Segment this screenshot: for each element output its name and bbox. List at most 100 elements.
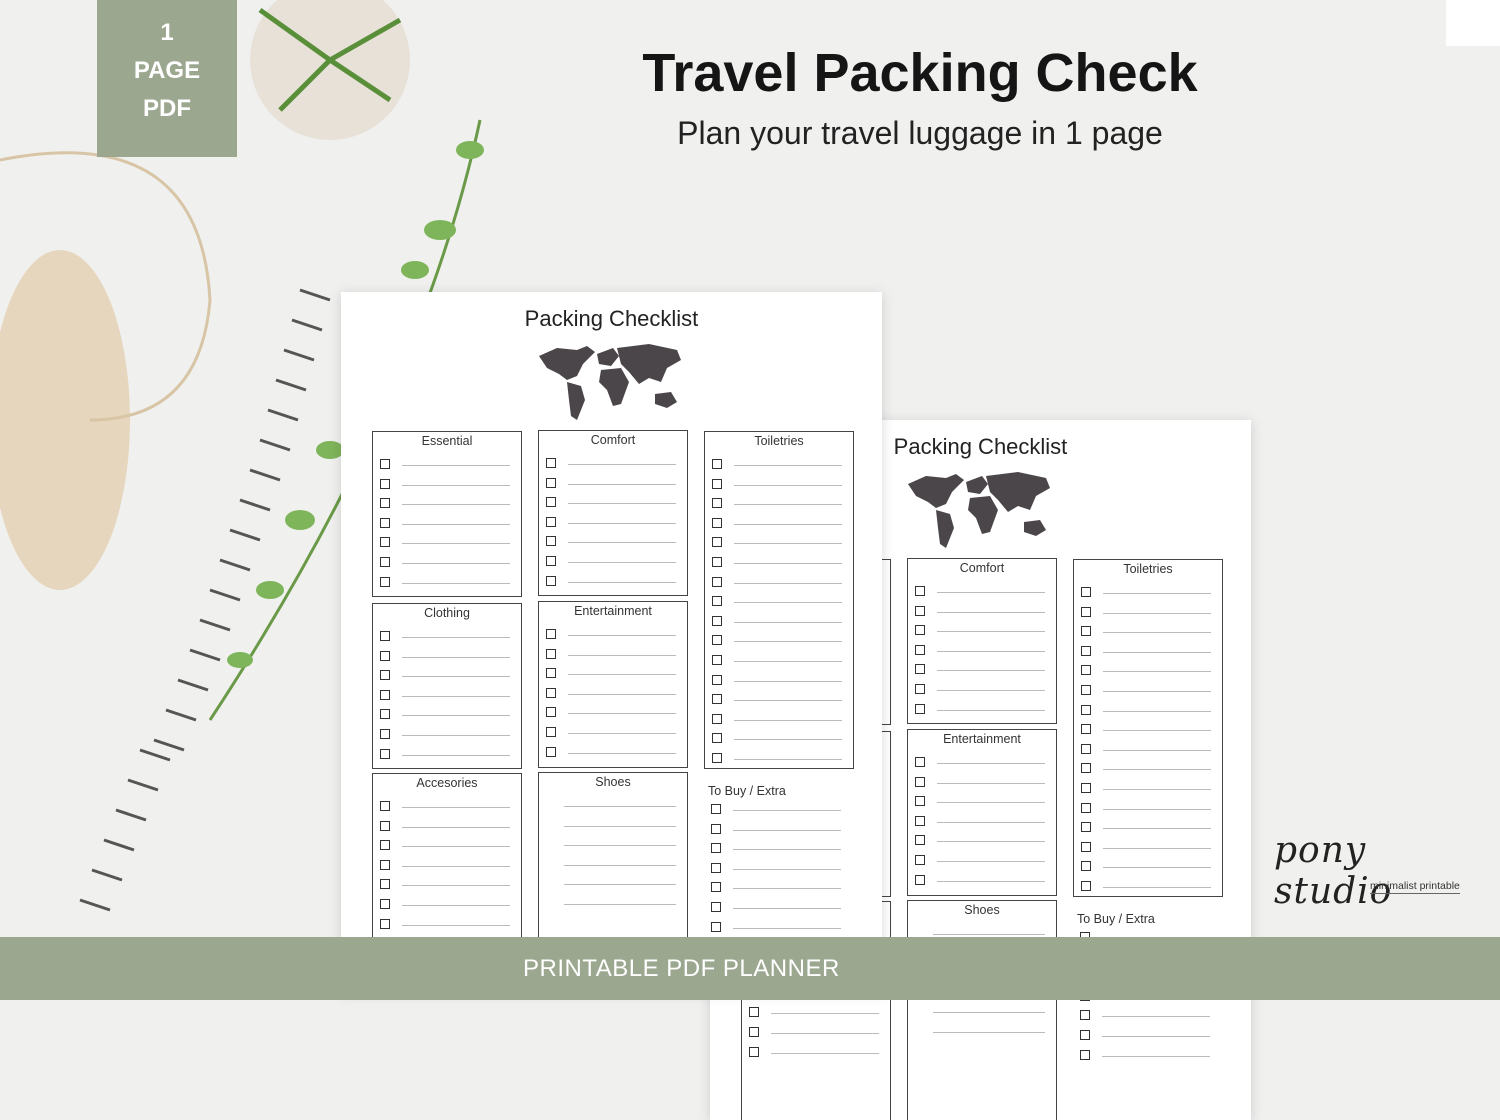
write-line[interactable] xyxy=(734,680,842,682)
checkbox[interactable] xyxy=(380,899,390,909)
write-line[interactable] xyxy=(733,868,841,870)
checkbox[interactable] xyxy=(546,477,556,488)
checkbox[interactable] xyxy=(380,459,390,469)
checkbox[interactable] xyxy=(712,459,722,469)
write-line[interactable] xyxy=(402,754,510,756)
write-line[interactable] xyxy=(402,695,510,697)
checkbox[interactable] xyxy=(1081,743,1091,754)
write-line[interactable] xyxy=(402,807,510,808)
write-line[interactable] xyxy=(564,825,676,827)
write-line[interactable] xyxy=(734,582,842,584)
write-line[interactable] xyxy=(568,503,676,505)
write-line[interactable] xyxy=(1103,749,1211,751)
write-line[interactable] xyxy=(933,1012,1045,1014)
write-line[interactable] xyxy=(1103,789,1211,790)
checkbox[interactable] xyxy=(749,1046,759,1057)
write-line[interactable] xyxy=(568,542,676,544)
checkbox[interactable] xyxy=(380,517,390,528)
checkbox[interactable] xyxy=(915,835,925,846)
checkbox[interactable] xyxy=(915,644,925,655)
write-line[interactable] xyxy=(937,650,1045,652)
checkbox[interactable] xyxy=(712,596,722,607)
write-line[interactable] xyxy=(402,885,510,887)
write-line[interactable] xyxy=(402,865,510,867)
write-line[interactable] xyxy=(771,1013,879,1015)
write-line[interactable] xyxy=(402,656,510,658)
write-line[interactable] xyxy=(937,631,1045,633)
checkbox[interactable] xyxy=(380,859,390,870)
checkbox[interactable] xyxy=(380,748,390,759)
write-line[interactable] xyxy=(402,676,510,678)
checkbox[interactable] xyxy=(1081,783,1091,793)
checkbox[interactable] xyxy=(1081,606,1091,617)
write-line[interactable] xyxy=(402,465,510,466)
write-line[interactable] xyxy=(568,522,676,524)
checkbox[interactable] xyxy=(380,918,390,929)
checkbox[interactable] xyxy=(546,687,556,698)
checkbox[interactable] xyxy=(712,557,722,567)
write-line[interactable] xyxy=(937,690,1045,691)
checkbox[interactable] xyxy=(1081,802,1091,813)
write-line[interactable] xyxy=(564,904,676,905)
write-line[interactable] xyxy=(1103,730,1211,732)
checkbox[interactable] xyxy=(546,629,556,639)
checkbox[interactable] xyxy=(546,648,556,659)
write-line[interactable] xyxy=(734,484,842,486)
write-line[interactable] xyxy=(733,888,841,890)
checkbox[interactable] xyxy=(915,625,925,636)
write-line[interactable] xyxy=(1103,867,1211,869)
checkbox[interactable] xyxy=(380,478,390,489)
write-line[interactable] xyxy=(568,674,676,676)
checkbox[interactable] xyxy=(1081,861,1091,872)
checkbox[interactable] xyxy=(1081,881,1091,891)
checkbox[interactable] xyxy=(712,655,722,665)
checkbox[interactable] xyxy=(712,694,722,705)
write-line[interactable] xyxy=(734,641,842,643)
write-line[interactable] xyxy=(937,670,1045,672)
write-line[interactable] xyxy=(937,821,1045,823)
checkbox[interactable] xyxy=(915,586,925,596)
write-line[interactable] xyxy=(1103,710,1211,712)
checkbox[interactable] xyxy=(712,615,722,626)
checkbox[interactable] xyxy=(1081,626,1091,637)
write-line[interactable] xyxy=(1103,632,1211,634)
checkbox[interactable] xyxy=(711,804,721,814)
write-line[interactable] xyxy=(733,849,841,851)
checkbox[interactable] xyxy=(1080,1010,1090,1021)
write-line[interactable] xyxy=(568,654,676,656)
checkbox[interactable] xyxy=(380,498,390,509)
checkbox[interactable] xyxy=(546,575,556,586)
write-line[interactable] xyxy=(402,846,510,848)
write-line[interactable] xyxy=(1103,769,1211,771)
write-line[interactable] xyxy=(1103,612,1211,614)
write-line[interactable] xyxy=(402,905,510,906)
checkbox[interactable] xyxy=(380,820,390,831)
checkbox[interactable] xyxy=(712,517,722,528)
checkbox[interactable] xyxy=(380,689,390,700)
checkbox[interactable] xyxy=(915,874,925,885)
write-line[interactable] xyxy=(1103,828,1211,830)
checkbox[interactable] xyxy=(546,668,556,679)
write-line[interactable] xyxy=(402,582,510,584)
write-line[interactable] xyxy=(564,806,676,807)
write-line[interactable] xyxy=(937,841,1045,843)
checkbox[interactable] xyxy=(546,536,556,547)
write-line[interactable] xyxy=(1103,651,1211,653)
write-line[interactable] xyxy=(568,581,676,583)
checkbox[interactable] xyxy=(1081,763,1091,774)
checkbox[interactable] xyxy=(1081,685,1091,695)
checkbox[interactable] xyxy=(380,729,390,739)
write-line[interactable] xyxy=(1103,691,1211,692)
checkbox[interactable] xyxy=(380,631,390,641)
write-line[interactable] xyxy=(771,1052,879,1054)
checkbox[interactable] xyxy=(1081,587,1091,597)
write-line[interactable] xyxy=(733,908,841,909)
checkbox[interactable] xyxy=(915,855,925,865)
write-line[interactable] xyxy=(734,602,842,604)
checkbox[interactable] xyxy=(711,921,721,932)
write-line[interactable] xyxy=(937,763,1045,764)
checkbox[interactable] xyxy=(1081,704,1091,715)
checkbox[interactable] xyxy=(1081,724,1091,735)
write-line[interactable] xyxy=(734,759,842,760)
checkbox[interactable] xyxy=(915,684,925,694)
